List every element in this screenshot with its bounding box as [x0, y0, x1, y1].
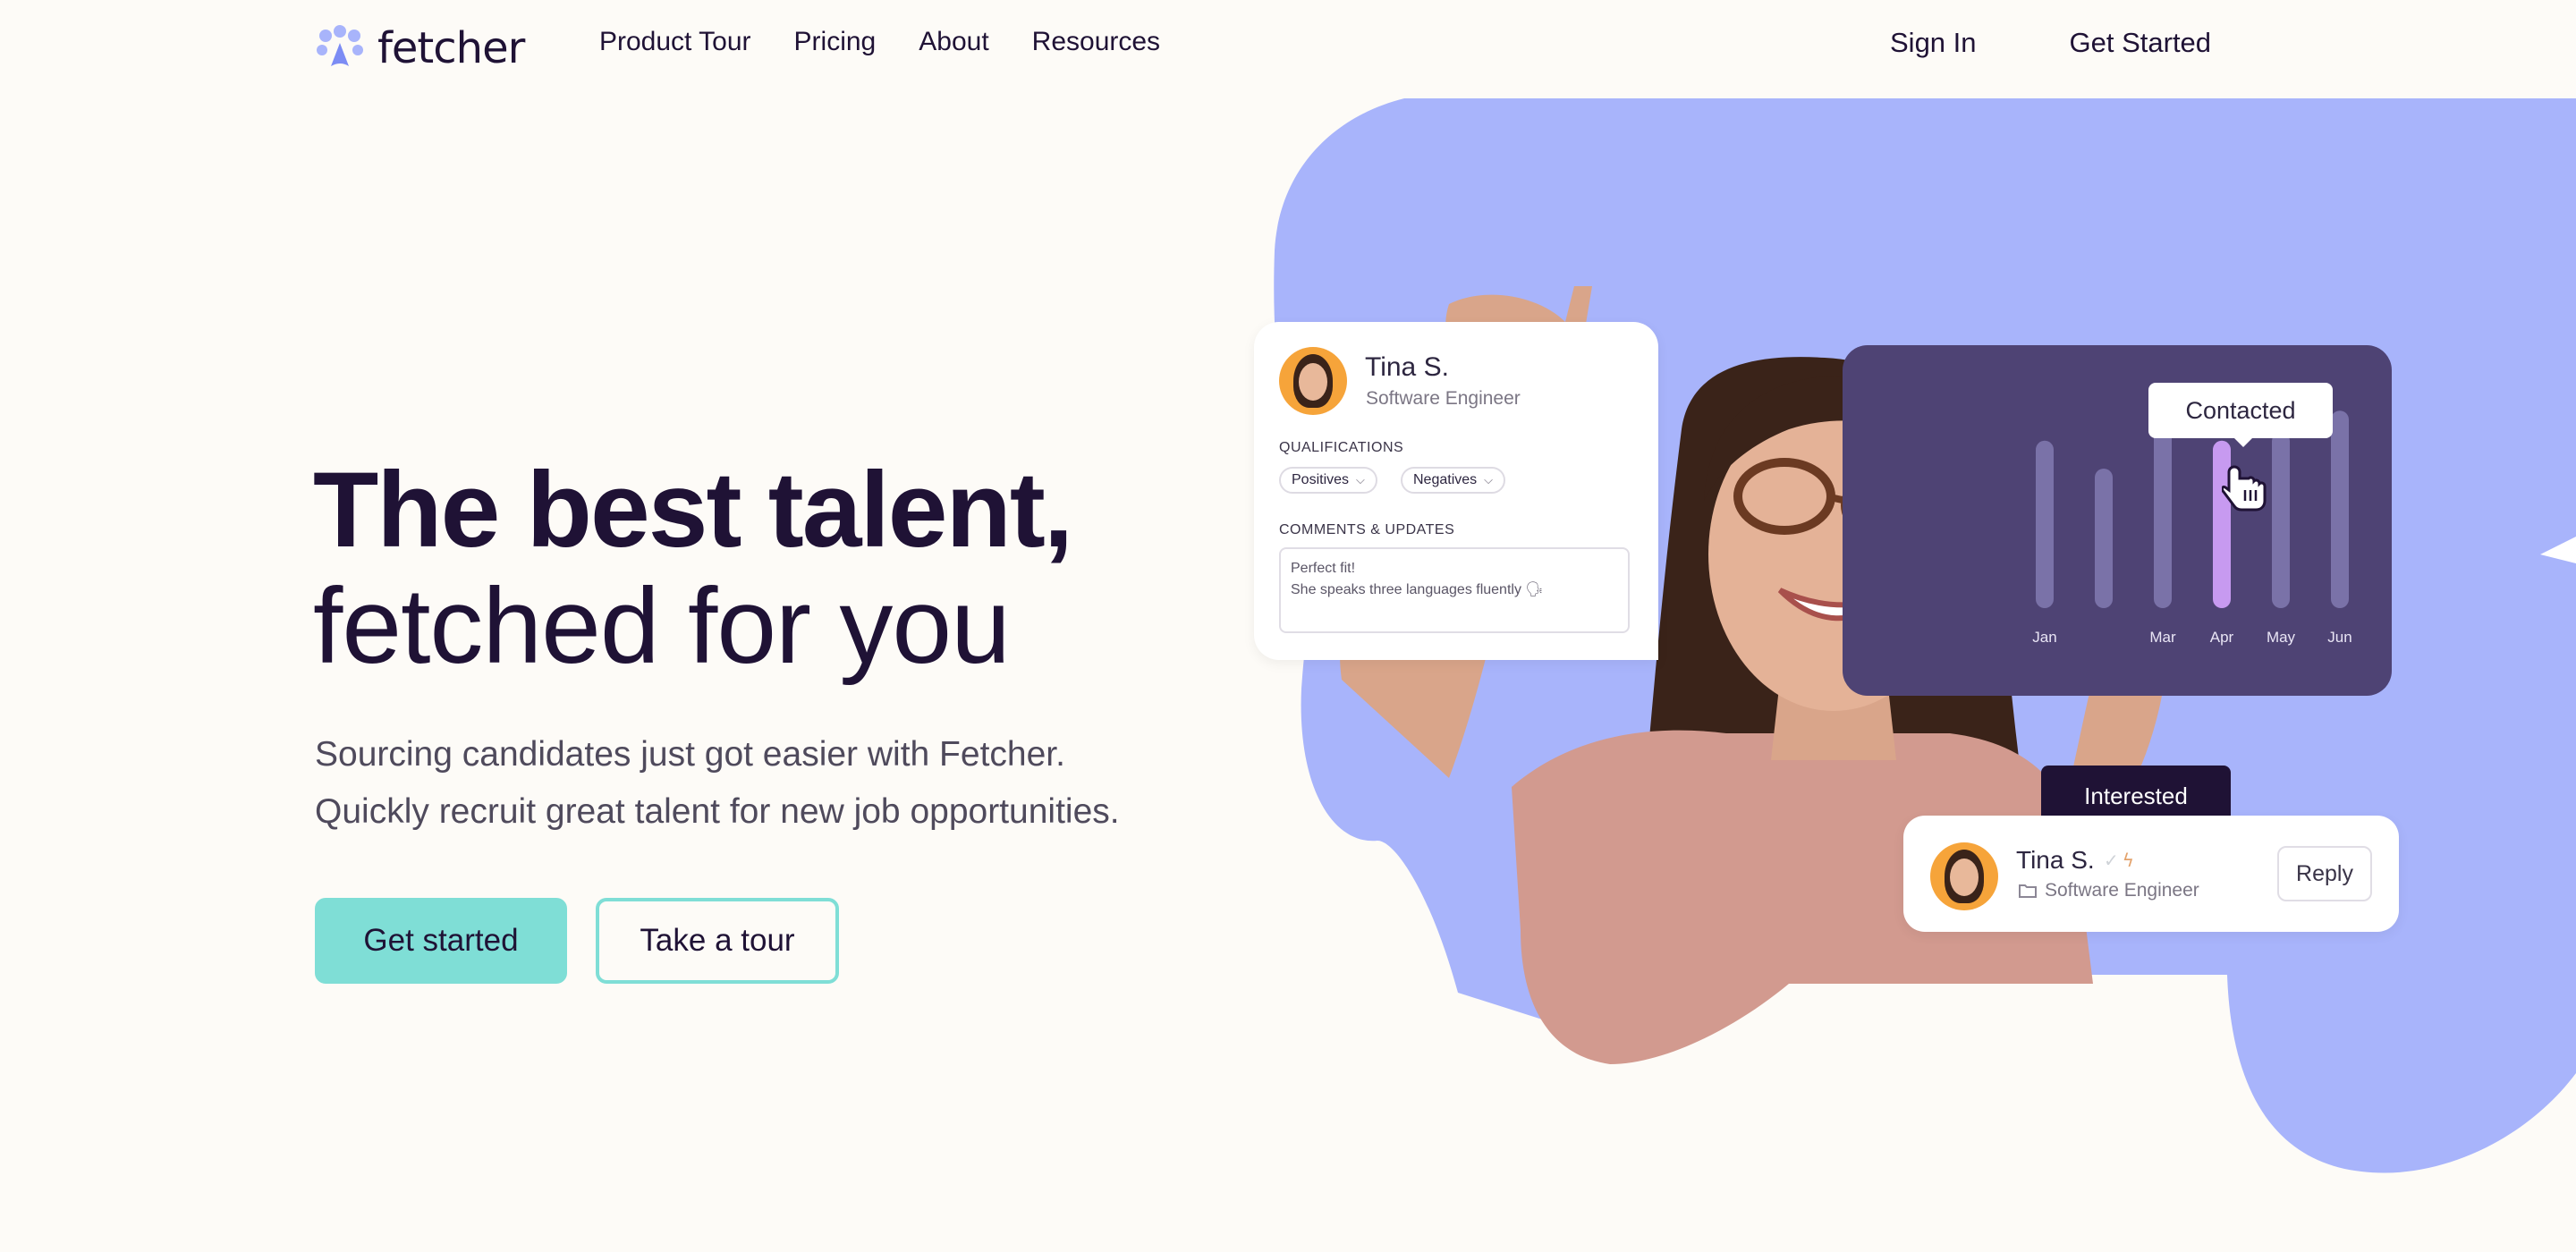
qualifications-label: QUALIFICATIONS [1279, 440, 1404, 455]
chart-label-apr: Apr [2210, 629, 2234, 646]
reply-button[interactable]: Reply [2277, 846, 2372, 901]
chart-label-may: May [2267, 629, 2296, 646]
chart-bar-may [2272, 432, 2290, 608]
positives-dropdown[interactable]: Positives ⌵ [1279, 467, 1377, 494]
candidate-role: Software Engineer [2045, 880, 2199, 901]
chevron-down-icon: ⌵ [1484, 473, 1494, 486]
candidate-message-card: Tina S. ✓ ϟ Software Engineer Reply [1903, 816, 2399, 932]
chart-bar-jan [2036, 440, 2054, 608]
chart-label-mar: Mar [2149, 629, 2176, 646]
chevron-down-icon: ⌵ [1356, 473, 1365, 486]
candidate-name: Tina S. [2016, 846, 2095, 874]
status-icons: ✓ ϟ [2104, 850, 2134, 871]
comments-textarea[interactable]: Perfect fit! She speaks three languages … [1279, 547, 1630, 633]
negatives-label: Negatives [1413, 472, 1478, 487]
candidate-role: Software Engineer [1366, 388, 1521, 409]
positives-label: Positives [1292, 472, 1350, 487]
candidate-name: Tina S. [1365, 352, 1449, 382]
comments-label: COMMENTS & UPDATES [1279, 522, 1455, 537]
folder-icon [2019, 884, 2037, 898]
comment-line-1: Perfect fit! [1291, 561, 1356, 576]
contacted-tooltip: Contacted [2148, 383, 2333, 447]
chart-bar-feb [2095, 469, 2113, 608]
chart-bar-jun [2331, 410, 2349, 608]
chart-label-jun: Jun [2327, 629, 2351, 646]
avatar [1930, 842, 1998, 910]
avatar [1279, 347, 1347, 415]
chart-bar-mar [2154, 419, 2172, 608]
candidate-profile-card: Tina S. Software Engineer QUALIFICATIONS… [1254, 322, 1658, 660]
chart-label-jan: Jan [2032, 629, 2056, 646]
negatives-dropdown[interactable]: Negatives ⌵ [1401, 467, 1506, 494]
check-icon: ✓ [2104, 850, 2119, 871]
lightning-icon: ϟ [2122, 850, 2134, 871]
comment-line-2: She speaks three languages fluently 🗣 [1291, 582, 1544, 597]
hand-cursor-icon [2222, 465, 2267, 512]
